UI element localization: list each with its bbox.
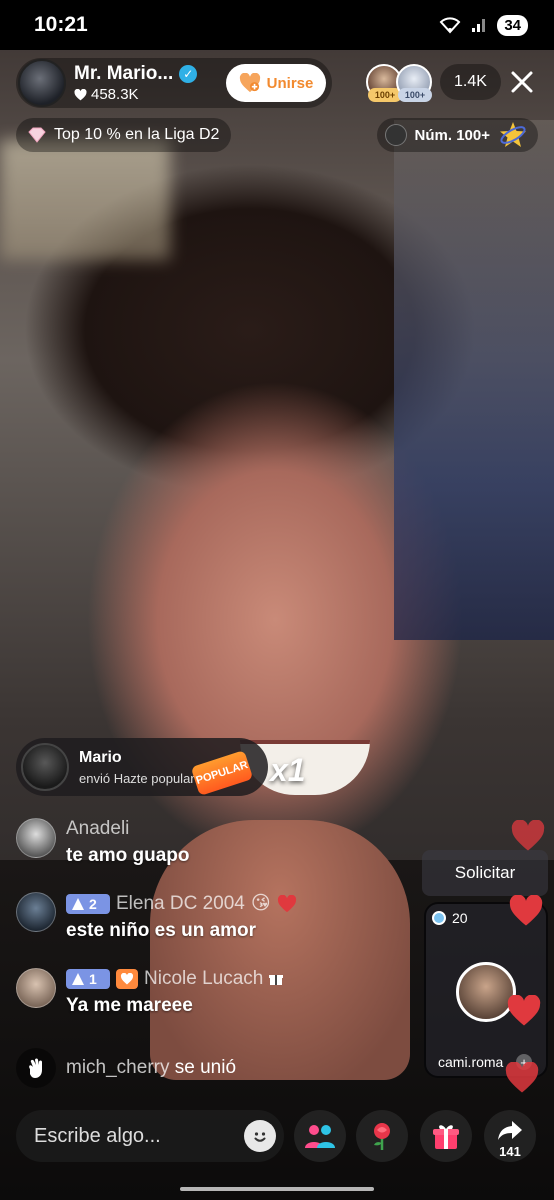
heart-plus-icon bbox=[239, 73, 260, 93]
level-icon bbox=[72, 897, 84, 910]
floating-heart-icon bbox=[505, 1062, 539, 1093]
cohost-card[interactable]: 20 cami.roma + bbox=[424, 902, 548, 1078]
joined-action: se unió bbox=[174, 1057, 237, 1078]
bottom-action-bar: Escribe algo... 141 bbox=[16, 1108, 554, 1164]
floating-heart-icon bbox=[507, 995, 541, 1026]
heart-icon bbox=[74, 88, 87, 100]
league-rank-pill[interactable]: Top 10 % en la Liga D2 bbox=[16, 118, 232, 152]
request-cohost-button[interactable]: Solicitar bbox=[422, 850, 548, 896]
status-time: 10:21 bbox=[34, 13, 88, 36]
floating-heart-icon bbox=[511, 820, 545, 851]
hourly-ranking-pill[interactable]: Núm. 100+ bbox=[376, 118, 538, 152]
share-arrow-icon bbox=[498, 1121, 522, 1140]
wifi-icon bbox=[439, 17, 461, 34]
user-level-badge: 2 bbox=[66, 893, 110, 914]
ranking-avatar bbox=[384, 124, 407, 146]
commenter-name[interactable]: Elena DC 2004 bbox=[116, 893, 245, 915]
cohost-score: 20 bbox=[432, 910, 468, 926]
chat-comment[interactable]: 2 Elena DC 2004 😘 este niño es un amor bbox=[16, 892, 297, 942]
gift-button[interactable] bbox=[420, 1110, 472, 1162]
join-label: Unirse bbox=[266, 74, 314, 92]
emoji-button[interactable] bbox=[244, 1120, 276, 1152]
host-likes-count: 458.3K bbox=[91, 86, 139, 103]
kiss-emoji-icon: 😘 bbox=[250, 893, 271, 914]
viewer-rank-badge: 100+ bbox=[398, 88, 432, 102]
join-notification: mich_cherry se unió bbox=[16, 1048, 236, 1088]
level-icon bbox=[72, 973, 84, 985]
host-name: Mr. Mario... bbox=[74, 63, 174, 84]
wave-hand-icon bbox=[16, 1048, 56, 1088]
battery-level: 34 bbox=[497, 14, 528, 36]
join-fan-club-button[interactable]: Unirse bbox=[226, 64, 326, 102]
league-rank-label: Top 10 % en la Liga D2 bbox=[54, 126, 220, 143]
top-viewers[interactable]: 100+ 100+ 1.4K bbox=[366, 64, 501, 102]
gift-count: x1 bbox=[270, 752, 306, 788]
diamond-icon bbox=[28, 127, 46, 143]
status-bar: 10:21 34 bbox=[0, 0, 554, 50]
share-button[interactable]: 141 bbox=[484, 1110, 536, 1162]
verified-badge-icon: ✓ bbox=[179, 65, 198, 83]
star-rocket-icon bbox=[500, 122, 526, 147]
comment-text: te amo guapo bbox=[66, 845, 190, 866]
fan-heart-badge-icon bbox=[116, 969, 138, 989]
comment-placeholder: Escribe algo... bbox=[34, 1124, 161, 1147]
comment-text: este niño es un amor bbox=[66, 920, 257, 941]
close-icon bbox=[511, 71, 533, 93]
gift-small-icon bbox=[269, 975, 284, 985]
commenter-avatar[interactable] bbox=[16, 818, 56, 858]
gift-icon bbox=[433, 1125, 459, 1149]
cohost-name: cami.roma bbox=[438, 1054, 504, 1070]
heart-emoji-icon bbox=[277, 894, 296, 912]
rose-icon bbox=[374, 1123, 390, 1150]
signal-icon bbox=[472, 19, 486, 32]
ranking-label: Núm. 100+ bbox=[414, 126, 490, 144]
floating-heart-icon bbox=[509, 895, 543, 926]
host-info-pill[interactable]: Mr. Mario... ✓ 458.3K Unirse bbox=[16, 58, 332, 108]
viewer-rank-badge: 100+ bbox=[368, 88, 402, 102]
gift-sender-avatar[interactable] bbox=[21, 743, 69, 791]
multi-guest-button[interactable] bbox=[294, 1110, 346, 1162]
smiley-icon bbox=[254, 1132, 266, 1142]
commenter-name[interactable]: Anadeli bbox=[66, 818, 129, 840]
host-info: Mr. Mario... ✓ 458.3K bbox=[74, 63, 224, 103]
home-indicator[interactable] bbox=[180, 1187, 374, 1191]
viewer-avatar[interactable]: 100+ bbox=[396, 64, 432, 102]
score-icon bbox=[432, 911, 446, 925]
host-likes: 458.3K bbox=[74, 86, 224, 103]
commenter-avatar[interactable] bbox=[16, 892, 56, 932]
chat-comment[interactable]: Anadeli te amo guapo bbox=[16, 818, 190, 867]
commenter-name[interactable]: Nicole Lucach bbox=[144, 968, 263, 990]
chat-comment[interactable]: 1 Nicole Lucach Ya me mareee bbox=[16, 968, 284, 1017]
share-count: 141 bbox=[499, 1144, 521, 1159]
comment-input[interactable]: Escribe algo... bbox=[16, 1110, 284, 1162]
gift-sender-name: Mario bbox=[79, 748, 122, 766]
comment-text: Ya me mareee bbox=[66, 995, 193, 1016]
user-level-badge: 1 bbox=[66, 969, 110, 989]
people-icon bbox=[305, 1125, 335, 1148]
rose-gift-button[interactable] bbox=[356, 1110, 408, 1162]
close-button[interactable] bbox=[504, 64, 540, 100]
host-avatar[interactable] bbox=[18, 59, 66, 107]
joined-username[interactable]: mich_cherry bbox=[66, 1057, 169, 1078]
viewer-count[interactable]: 1.4K bbox=[440, 64, 501, 100]
gift-description: envió Hazte popular bbox=[79, 770, 195, 786]
commenter-avatar[interactable] bbox=[16, 968, 56, 1008]
status-icons: 34 bbox=[439, 14, 528, 36]
